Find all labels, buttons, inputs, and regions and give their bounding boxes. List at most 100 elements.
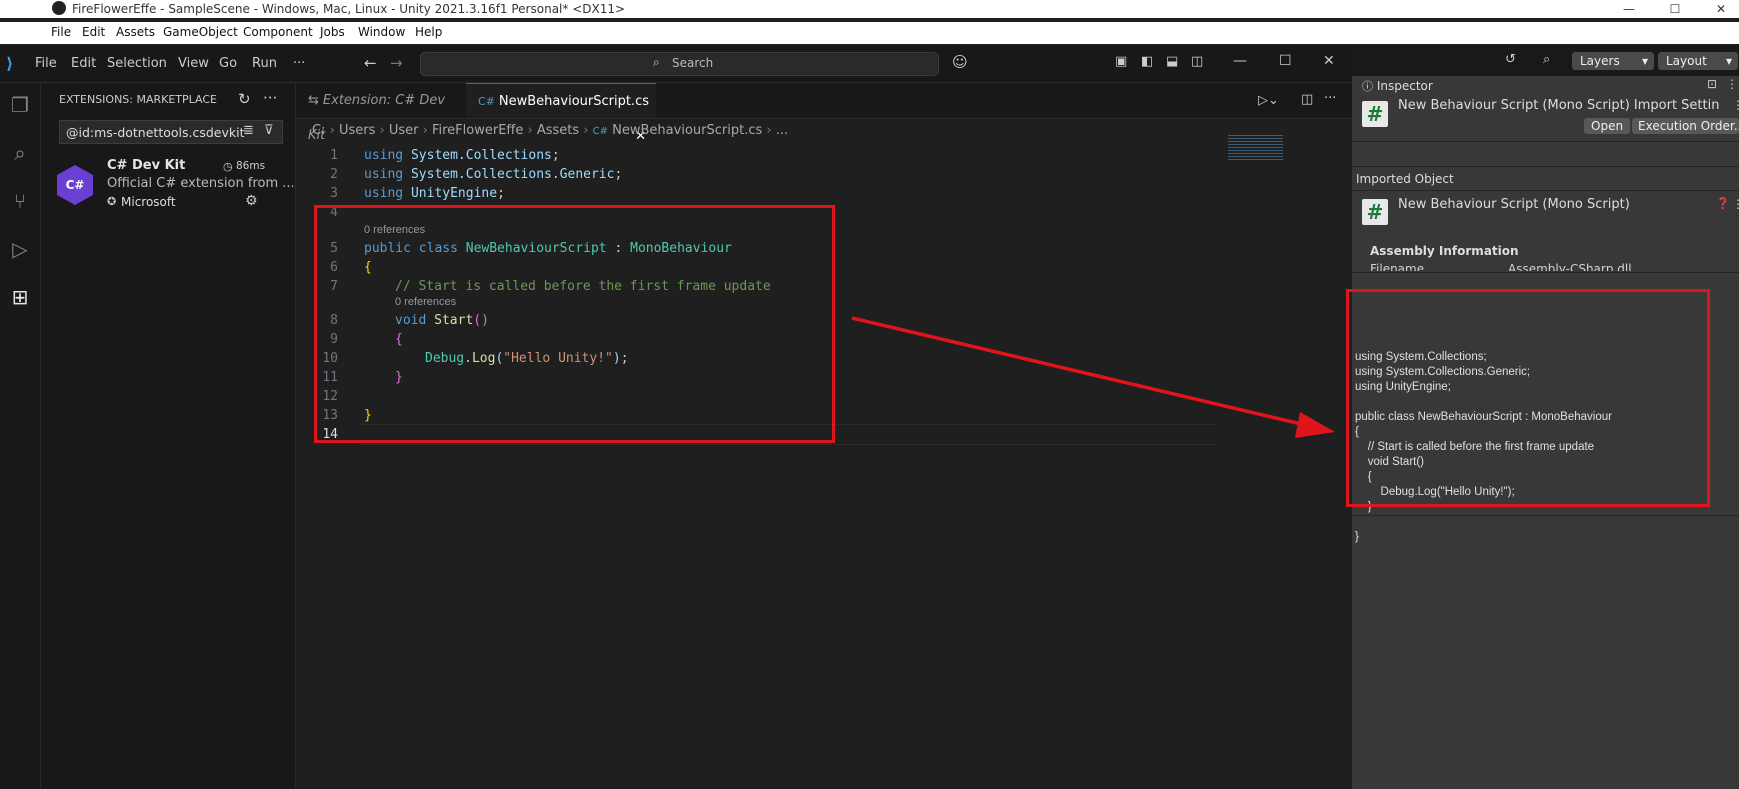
unity-search-icon[interactable]: ⌕ — [1543, 52, 1550, 67]
history-icon[interactable]: ↺ — [1505, 52, 1516, 67]
clock-icon: ◷ — [223, 160, 233, 173]
unity-menu-edit[interactable]: Edit — [82, 25, 105, 39]
copilot-icon[interactable]: ☺ — [952, 53, 968, 71]
close-icon[interactable]: ✕ — [1698, 0, 1739, 18]
object-menu-icon[interactable]: ⋮ — [1732, 197, 1739, 211]
unity-window-title: FireFlowerEffe - SampleScene - Windows, … — [72, 2, 626, 16]
extension-search-value: @id:ms-dotnettools.csdevkit — [66, 125, 245, 140]
inspector-tab-label: Inspector — [1376, 79, 1433, 93]
arrow-head — [1295, 412, 1335, 438]
chevron-down-icon: ▾ — [1641, 54, 1648, 68]
line-number: 1 — [330, 148, 338, 163]
vs-minimize-icon[interactable]: — — [1233, 53, 1247, 69]
highlight-box-editor — [314, 205, 835, 443]
vscode-logo-icon: ⟩ — [6, 54, 14, 73]
vs-maximize-icon[interactable]: ☐ — [1279, 53, 1292, 69]
unity-menu-window[interactable]: Window — [358, 25, 405, 39]
minimap[interactable] — [1228, 135, 1283, 161]
search-icon: ⌕ — [653, 55, 660, 69]
command-center-search[interactable]: ⌕ Search — [420, 52, 939, 76]
unity-menu-file[interactable]: File — [51, 25, 71, 39]
extension-list-item[interactable]: C# C# Dev Kit ◷ 86ms Official C# extensi… — [41, 155, 295, 215]
help-icon[interactable]: ❓ — [1716, 197, 1730, 210]
clear-filter-icon[interactable]: ≣ — [243, 123, 254, 138]
tab-newbehaviourscript[interactable]: C# NewBehaviourScript.cs ✕ — [466, 83, 656, 144]
unity-menu-help[interactable]: Help — [415, 25, 442, 39]
activity-bar: ❐ ⌕ ⑂ ▷ ⊞ — [0, 83, 41, 789]
inspector-tab[interactable]: ⓘ Inspector — [1352, 76, 1446, 96]
run-debug-icon[interactable]: ▷ — [4, 233, 36, 265]
back-arrow-icon[interactable]: ← — [364, 54, 377, 72]
vs-menu-edit[interactable]: Edit — [71, 56, 96, 71]
csharp-file-icon: C# — [478, 95, 495, 108]
vs-menu-file[interactable]: File — [35, 56, 57, 71]
minimize-icon[interactable]: — — [1606, 0, 1652, 18]
toggle-sidebar-icon[interactable]: ◧ — [1141, 54, 1153, 69]
inspector-menu-icon[interactable]: ⋮ — [1726, 77, 1738, 91]
layers-dropdown[interactable]: Layers ▾ — [1572, 52, 1654, 70]
forward-arrow-icon[interactable]: → — [390, 54, 403, 72]
code-token: UnityEngine — [410, 186, 498, 201]
toggle-secondary-sidebar-icon[interactable]: ◫ — [1191, 54, 1203, 69]
toggle-panel-icon[interactable]: ⬓ — [1166, 54, 1178, 69]
filename-row: Filename Assembly-CSharp.dll — [1370, 262, 1739, 271]
breadcrumb-item[interactable]: Assets — [537, 123, 579, 138]
unity-title-bar: FireFlowerEffe - SampleScene - Windows, … — [0, 0, 1739, 18]
vs-menu-run[interactable]: Run — [252, 56, 277, 71]
open-button[interactable]: Open — [1584, 118, 1631, 134]
extensions-sidebar: EXTENSIONS: MARKETPLACE ↻ ··· @id:ms-dot… — [41, 83, 296, 789]
vs-menu-view[interactable]: View — [178, 56, 209, 71]
extensions-icon[interactable]: ⊞ — [4, 281, 36, 313]
execution-order-button[interactable]: Execution Order... — [1632, 118, 1739, 134]
header-menu-icon[interactable]: ⋮ — [1732, 98, 1739, 112]
extension-search-input[interactable]: @id:ms-dotnettools.csdevkit ≣ ⊽ — [59, 120, 283, 144]
search-view-icon[interactable]: ⌕ — [4, 137, 36, 169]
filename-label: Filename — [1370, 262, 1425, 271]
imported-object-name: New Behaviour Script (Mono Script) — [1398, 197, 1630, 212]
chevron-down-icon: ▾ — [1725, 54, 1732, 68]
unity-menu-gameobject[interactable]: GameObject — [163, 25, 238, 39]
unity-logo-icon — [52, 1, 66, 15]
divider — [1352, 272, 1739, 273]
filter-icon[interactable]: ⊽ — [264, 123, 274, 138]
vs-menu-selection[interactable]: Selection — [107, 56, 167, 71]
arrow-shaft — [851, 316, 1319, 430]
code-token: System.Collections — [410, 148, 552, 163]
info-icon: ⓘ — [1362, 80, 1373, 93]
unity-menu-component[interactable]: Component — [243, 25, 313, 39]
split-editor-icon[interactable]: ◫ — [1301, 92, 1313, 107]
sidebar-title: EXTENSIONS: MARKETPLACE — [59, 93, 218, 106]
breadcrumb-csharp-icon: C# — [592, 126, 609, 137]
explorer-icon[interactable]: ❐ — [4, 89, 36, 121]
script-hash-icon: # — [1362, 199, 1388, 225]
vscode-title-bar: ⟩ File Edit Selection View Go Run ··· ← … — [0, 46, 1352, 83]
manage-gear-icon[interactable]: ⚙ — [245, 193, 258, 209]
lock-icon[interactable]: ⊡ — [1707, 77, 1717, 91]
editor-more-icon[interactable]: ··· — [1324, 91, 1336, 106]
breadcrumb-item[interactable]: NewBehaviourScript.cs — [612, 123, 762, 138]
breadcrumb-item[interactable]: User — [389, 123, 419, 138]
breadcrumb-item[interactable]: Users — [339, 123, 375, 138]
unity-menu-jobs[interactable]: Jobs — [320, 25, 345, 39]
refresh-icon[interactable]: ↻ — [238, 90, 251, 108]
breadcrumb-item[interactable]: ... — [776, 123, 788, 138]
unity-menu-assets[interactable]: Assets — [116, 25, 155, 39]
unity-menu-bar: File Edit Assets GameObject Component Jo… — [0, 22, 1739, 44]
source-control-icon[interactable]: ⑂ — [4, 185, 36, 217]
vs-close-icon[interactable]: ✕ — [1323, 53, 1335, 69]
vs-menu-more[interactable]: ··· — [293, 56, 305, 71]
extension-description: Official C# extension from ... — [107, 176, 295, 191]
maximize-icon[interactable]: ☐ — [1652, 0, 1698, 18]
run-icon[interactable]: ▷⌄ — [1258, 93, 1279, 108]
tab-extension-csharp-devkit[interactable]: ⇆ Extension: C# Dev Kit — [296, 83, 466, 143]
filename-value: Assembly-CSharp.dll — [1508, 262, 1632, 271]
search-label: Search — [672, 56, 714, 70]
more-actions-icon[interactable]: ··· — [263, 89, 277, 107]
breadcrumb-item[interactable]: C: — [312, 123, 325, 138]
vs-menu-go[interactable]: Go — [219, 56, 237, 71]
breadcrumb-item[interactable]: FireFlowerEffe — [432, 123, 523, 138]
layout-dropdown[interactable]: Layout ▾ — [1658, 52, 1738, 70]
layers-label: Layers — [1580, 54, 1620, 68]
layout-custom-icon[interactable]: ▣ — [1115, 54, 1127, 69]
script-hash-icon: # — [1362, 101, 1388, 127]
